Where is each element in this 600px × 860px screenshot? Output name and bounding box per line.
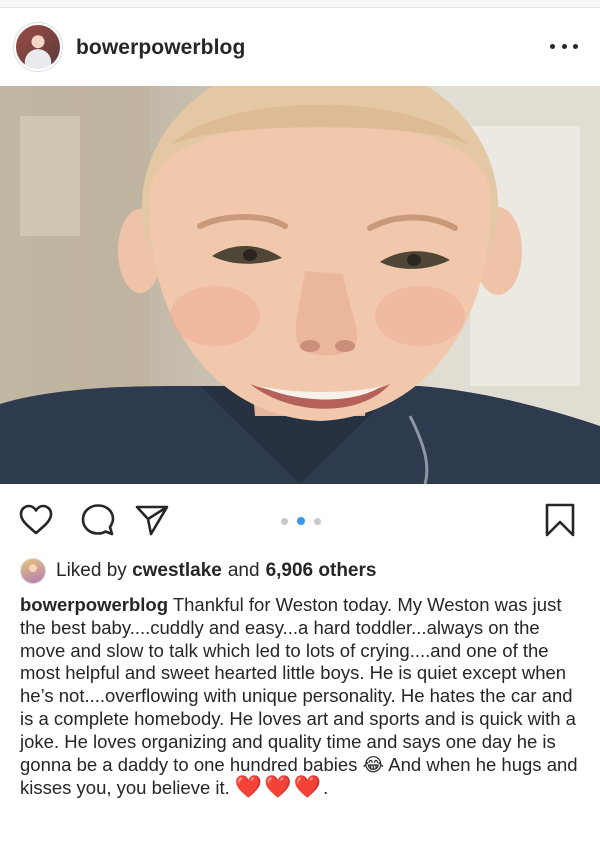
share-button[interactable] [134,502,170,538]
post-header: bowerpowerblog [0,8,600,86]
carousel-dot [314,517,321,525]
more-dot-icon [573,43,578,49]
red-hearts-emoji-icon: ❤️❤️❤️ [234,774,324,800]
likes-joiner: and [227,560,260,581]
post-username[interactable]: bowerpowerblog [76,36,245,60]
boy-portrait-illustration [0,86,600,484]
laughing-emoji-icon: 😂 [362,753,385,775]
status-bar-strip [0,0,600,8]
like-button[interactable] [18,502,54,538]
comment-button[interactable] [80,502,116,538]
save-button[interactable] [542,502,578,538]
liker-username[interactable]: cwestlake [132,560,222,582]
likes-prefix: Liked by [56,560,127,581]
carousel-dot-active [297,517,305,525]
more-dot-icon [550,43,555,49]
caption-username[interactable]: bowerpowerblog [20,594,168,615]
action-bar [0,484,600,556]
likes-count-link[interactable]: 6,906 others [266,560,377,582]
post-caption: bowerpowerblog Thankful for Weston today… [20,594,590,800]
caption-text: Thankful for Weston today. My Weston was… [20,594,576,775]
paper-plane-icon [135,505,169,536]
likes-summary: Liked by cwestlake and 6,906 others [20,556,580,586]
more-options-button[interactable] [550,34,578,58]
heart-icon [19,504,53,535]
more-dot-icon [561,43,567,49]
bookmark-icon [545,503,575,537]
post-photo[interactable] [0,86,600,484]
liker-avatar[interactable] [20,558,46,584]
profile-avatar[interactable] [14,23,62,71]
comment-icon [81,504,115,536]
caption-end: . [323,777,329,799]
carousel-dot [281,517,288,525]
carousel-indicator [281,517,321,525]
